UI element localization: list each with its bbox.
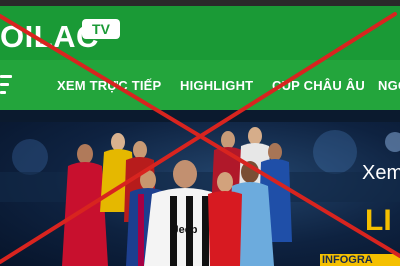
hero-banner[interactable]: Xem LI INFOGRA Jeep [0,122,400,266]
nav-item-ngo[interactable]: NGO [378,78,400,93]
players-artwork [0,127,400,266]
player-figures [62,127,292,266]
banner-side-headline: LI [365,204,392,237]
nav-item-xem-truc-tiep[interactable]: XEM TRỰC TIẾP [57,78,161,93]
banner-side-text: Xem [362,162,400,184]
hamburger-menu-icon[interactable] [0,75,12,95]
tv-badge: TV [82,19,120,39]
jersey-sponsor-text: Jeep [172,224,198,236]
nav-item-highlight[interactable]: HIGHLIGHT [180,78,253,93]
infographic-label: INFOGRA [320,254,400,266]
nav-item-cup-chau-au[interactable]: CUP CHÂU ÂU [272,78,365,93]
